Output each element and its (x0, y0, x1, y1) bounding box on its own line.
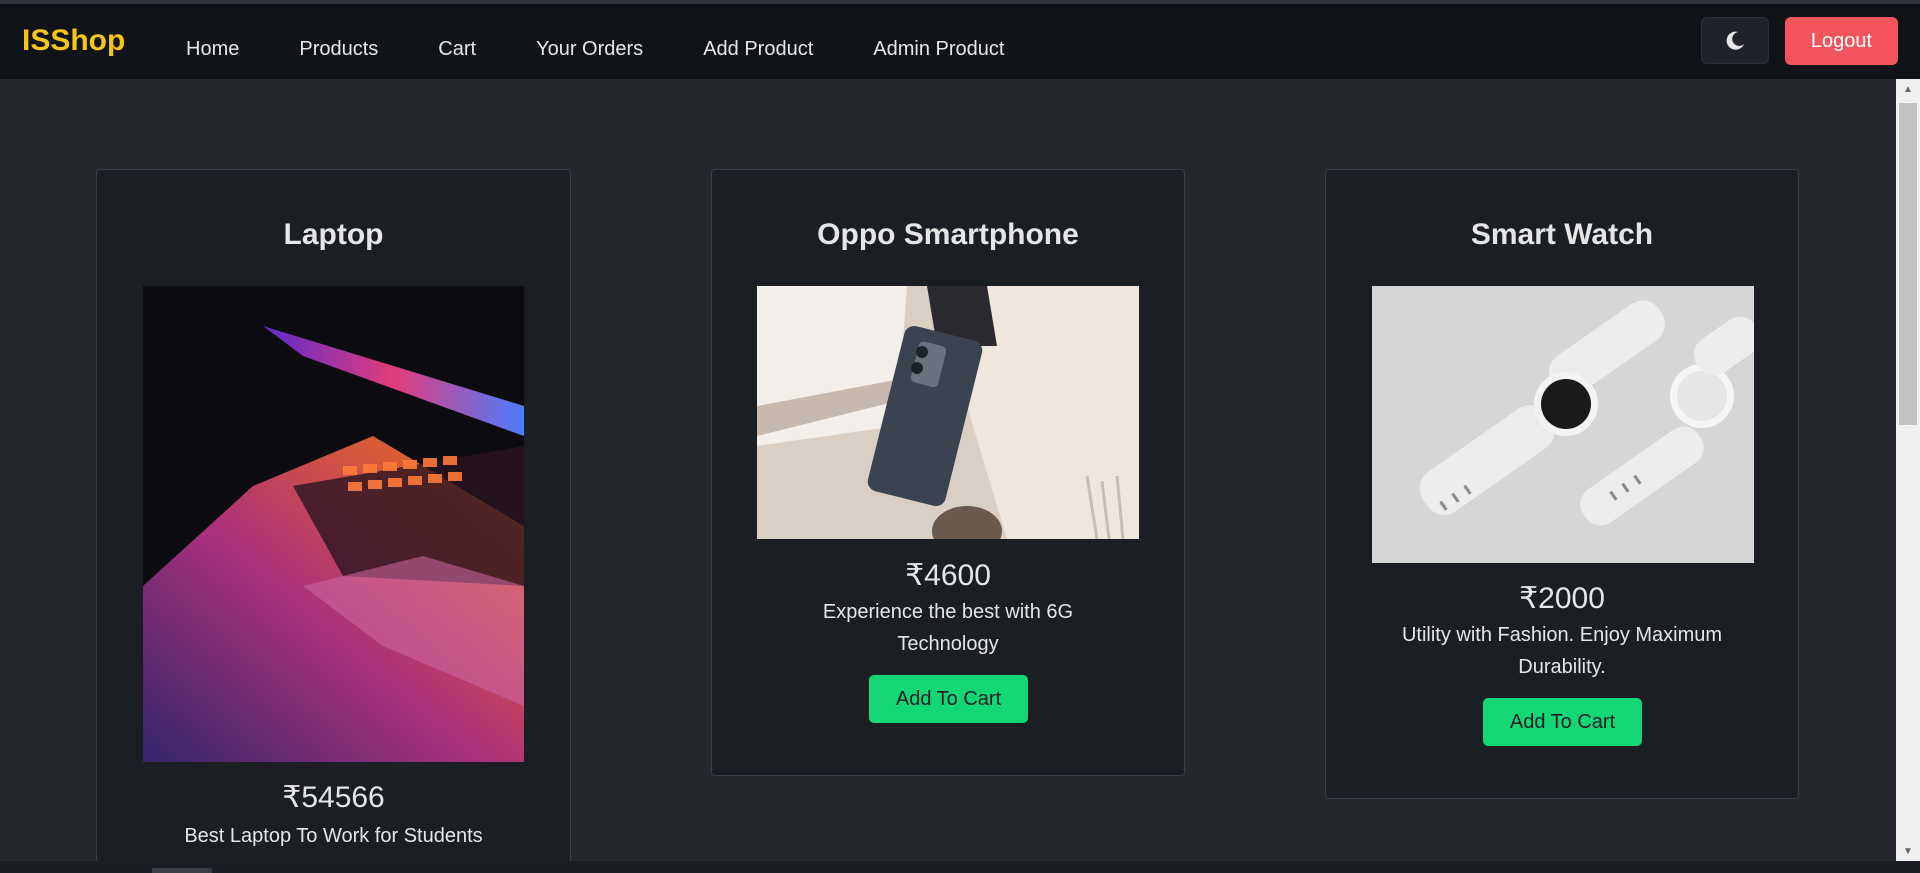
product-title: Oppo Smartphone (817, 218, 1079, 251)
scroll-down-arrow-icon[interactable]: ▼ (1896, 841, 1920, 861)
product-title: Laptop (283, 218, 384, 251)
product-image (757, 286, 1139, 539)
product-price: ₹4600 (905, 559, 991, 592)
product-description: Experience the best with 6G Technology (822, 601, 1074, 655)
nav-link-admin-product[interactable]: Admin Product (873, 38, 1004, 61)
product-image (143, 286, 524, 762)
nav-links: Home Products Cart Your Orders Add Produ… (186, 38, 1064, 61)
product-price: ₹2000 (1519, 582, 1605, 615)
product-image (1372, 286, 1754, 563)
product-title: Smart Watch (1470, 218, 1654, 251)
navbar: ISShop Home Products Cart Your Orders Ad… (0, 4, 1920, 79)
smartphone-photo-icon (757, 286, 1139, 539)
nav-link-your-orders[interactable]: Your Orders (536, 38, 643, 61)
scroll-up-arrow-icon[interactable]: ▲ (1896, 79, 1920, 99)
moon-icon (1726, 31, 1744, 50)
smartwatch-photo-icon (1372, 286, 1754, 563)
product-price: ₹54566 (282, 781, 385, 814)
nav-link-cart[interactable]: Cart (438, 38, 476, 61)
product-card: Oppo Smartphone ₹4600 Experience the bes… (711, 169, 1185, 776)
nav-link-products[interactable]: Products (299, 38, 378, 61)
scrollbar-thumb[interactable] (1899, 103, 1917, 425)
vertical-scrollbar[interactable]: ▲ ▼ (1896, 79, 1920, 861)
laptop-photo-icon (143, 286, 524, 762)
product-description: Best Laptop To Work for Students (184, 825, 483, 847)
nav-link-home[interactable]: Home (186, 38, 239, 61)
product-list: Laptop ₹54566 Best Laptop To Work for St… (0, 79, 1896, 861)
brand-logo[interactable]: ISShop (22, 24, 125, 58)
product-card: Laptop ₹54566 Best Laptop To Work for St… (96, 169, 571, 861)
bottom-tab-handle (152, 868, 212, 873)
product-card: Smart Watch ₹2000 Utility with Fashion. … (1325, 169, 1799, 799)
add-to-cart-button[interactable]: Add To Cart (869, 675, 1028, 723)
bottom-bar (0, 861, 1920, 873)
add-to-cart-button[interactable]: Add To Cart (1483, 698, 1642, 746)
product-description: Utility with Fashion. Enjoy Maximum Dura… (1401, 624, 1723, 678)
logout-button[interactable]: Logout (1785, 17, 1898, 65)
theme-toggle-button[interactable] (1701, 17, 1769, 64)
nav-link-add-product[interactable]: Add Product (703, 38, 813, 61)
